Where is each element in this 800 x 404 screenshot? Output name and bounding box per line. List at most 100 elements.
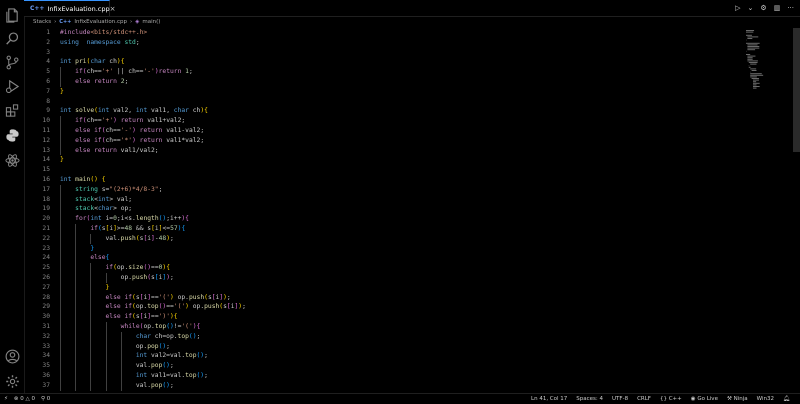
code-text: if(ch=='+') return val1+val2; — [75, 117, 186, 125]
breadcrumb-folder[interactable]: Stacks — [33, 19, 51, 25]
extensions-icon[interactable] — [4, 102, 20, 118]
line-number: 25 — [42, 264, 50, 272]
indent-guide — [75, 224, 77, 391]
line-number: 1 — [46, 29, 50, 36]
source-control-icon[interactable] — [4, 54, 20, 70]
minimap[interactable] — [744, 28, 792, 393]
code-text: for(int i=0;i<s.length();i++){ — [75, 215, 189, 223]
search-icon[interactable] — [4, 30, 20, 46]
line-number: 12 — [42, 136, 50, 144]
explorer-icon[interactable] — [4, 7, 20, 23]
language-mode[interactable]: {} C++ — [660, 396, 682, 402]
code-text: } — [90, 244, 95, 252]
line-number: 6 — [46, 78, 50, 85]
ports-count: 0 — [46, 396, 51, 402]
minimap-line — [751, 78, 759, 79]
cursor-position[interactable]: Ln 41, Col 17 — [531, 396, 567, 402]
minimap-line — [746, 30, 755, 31]
minimap-line — [747, 60, 758, 62]
line-number: 29 — [42, 303, 50, 311]
tab-bar: C++ InfixEvaluation.cpp × ▷ ⌄ ⚙ ▥ ··· — [24, 0, 800, 17]
minimap-line — [747, 55, 756, 57]
close-icon[interactable]: × — [110, 5, 116, 13]
settings-gear-icon[interactable] — [4, 373, 20, 389]
go-live-button[interactable]: ◉ Go Live — [691, 396, 718, 402]
tab-infix-evaluation[interactable]: C++ InfixEvaluation.cpp × — [24, 0, 116, 16]
minimap-line — [751, 70, 757, 71]
tools-icon: ⚒ — [726, 396, 734, 402]
run-debug-icon[interactable] — [4, 78, 20, 94]
more-actions-icon[interactable]: ··· — [787, 4, 794, 12]
code-text: while(op.top()!='('){ — [120, 323, 201, 330]
line-number: 19 — [42, 205, 50, 213]
code-text: char ch=op.top(); — [135, 332, 201, 340]
build-tool[interactable]: ⚒ Ninja — [727, 396, 748, 402]
python-icon[interactable] — [4, 127, 20, 143]
cpp-file-icon: C++ — [30, 5, 45, 12]
line-number: 26 — [42, 274, 50, 281]
line-ending[interactable]: CRLF — [637, 396, 651, 402]
minimap-line — [753, 86, 760, 87]
tab-label: InfixEvaluation.cpp — [47, 4, 110, 13]
minimap-line — [746, 42, 760, 44]
indent-guide — [105, 322, 107, 391]
line-number: 18 — [42, 195, 50, 203]
line-number: 27 — [42, 283, 50, 291]
chevron-right-icon: › — [129, 19, 133, 25]
minimap-line — [750, 74, 764, 76]
split-editor-icon[interactable]: ▥ — [774, 4, 781, 12]
braces-icon: {} — [659, 396, 669, 402]
encoding[interactable]: UTF-8 — [612, 396, 628, 402]
vertical-scrollbar[interactable] — [793, 28, 800, 152]
indent-guide — [60, 184, 61, 391]
breadcrumb-file[interactable]: InfixEvaluation.cpp — [74, 19, 127, 25]
code-text: string s="(2+6)*4/8-3"; — [75, 185, 163, 193]
indent-guide — [60, 116, 61, 156]
ports-indicator[interactable]: ⚲ 0 — [41, 396, 50, 402]
error-icon: ⊗ — [13, 396, 19, 402]
line-number: 14 — [42, 156, 50, 164]
code-text: int solve(int val2, int val1, char ch){ — [60, 107, 208, 115]
minimap-line — [746, 31, 754, 33]
minimap-line — [747, 44, 758, 46]
code-editor[interactable]: 1 #include<bits/stdc++.h> 2 using namespace… — [24, 28, 744, 393]
minimap-line — [747, 57, 753, 59]
code-text: #include<bits/stdc++.h> — [60, 29, 148, 36]
code-text: int main() { — [60, 176, 106, 183]
line-number: 10 — [42, 117, 50, 125]
line-number: 21 — [42, 225, 50, 232]
account-icon[interactable] — [4, 348, 20, 364]
editor-actions: ▷ ⌄ ⚙ ▥ ··· — [735, 0, 794, 16]
line-number: 11 — [42, 127, 50, 134]
minimap-line — [750, 68, 757, 70]
line-number: 31 — [42, 323, 50, 330]
run-icon[interactable]: ▷ — [735, 4, 740, 12]
minimap-line — [750, 63, 757, 65]
react-icon[interactable] — [4, 152, 20, 168]
code-text: using namespace std; — [60, 38, 140, 46]
code-text: if(op.size()==0){ — [105, 264, 171, 272]
code-text: } — [60, 87, 64, 95]
breadcrumb-function[interactable]: main() — [142, 19, 160, 25]
notifications-icon[interactable]: 🔔︎ — [783, 396, 790, 402]
chevron-down-icon[interactable]: ⌄ — [748, 4, 754, 12]
line-number: 8 — [46, 97, 50, 105]
line-number: 15 — [42, 166, 50, 174]
remote-icon[interactable]: ⚡ — [4, 396, 8, 402]
minimap-line — [753, 84, 757, 86]
line-number: 5 — [46, 68, 50, 76]
problems-indicator[interactable]: ⊗ 0 △ 0 — [14, 396, 35, 402]
platform[interactable]: Win32 — [757, 396, 774, 402]
line-number: 24 — [42, 254, 50, 262]
indent-guide — [105, 273, 107, 283]
line-number: 23 — [42, 244, 50, 252]
indentation[interactable]: Spaces: 4 — [576, 396, 603, 402]
gear-icon[interactable]: ⚙ — [760, 4, 766, 12]
line-number: 9 — [46, 107, 50, 115]
activity-bar — [0, 0, 25, 393]
code-text: else return val1/val2; — [75, 146, 159, 154]
line-number: 22 — [42, 234, 50, 242]
minimap-line — [753, 82, 760, 84]
line-number: 28 — [42, 293, 50, 301]
minimap-line — [753, 87, 757, 89]
